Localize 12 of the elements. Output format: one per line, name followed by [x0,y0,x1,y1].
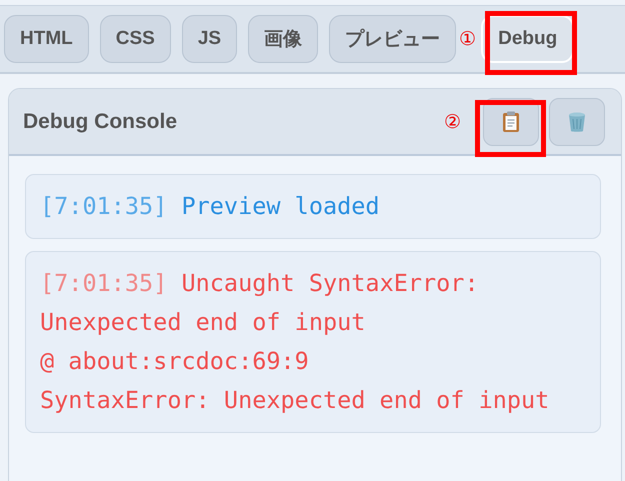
panel-title: Debug Console [23,110,178,134]
tab[interactable]: 画像 [248,15,318,63]
tab[interactable]: プレビュー [329,15,456,63]
tab[interactable]: Debug [481,15,574,63]
log-message: [7:01:35] Uncaught SyntaxError: Unexpected end of input @ about:srcdoc:69:9 SyntaxError: Unexpected end of input [40,268,550,416]
copy-button[interactable] [483,98,539,146]
tab[interactable]: CSS [100,15,171,63]
tab[interactable]: JS [182,15,238,63]
callout-number: ② [444,110,461,134]
callout-number: ① [459,28,476,51]
tab[interactable]: HTML [4,15,89,63]
log-message: [7:01:35] Preview loaded [40,191,381,222]
